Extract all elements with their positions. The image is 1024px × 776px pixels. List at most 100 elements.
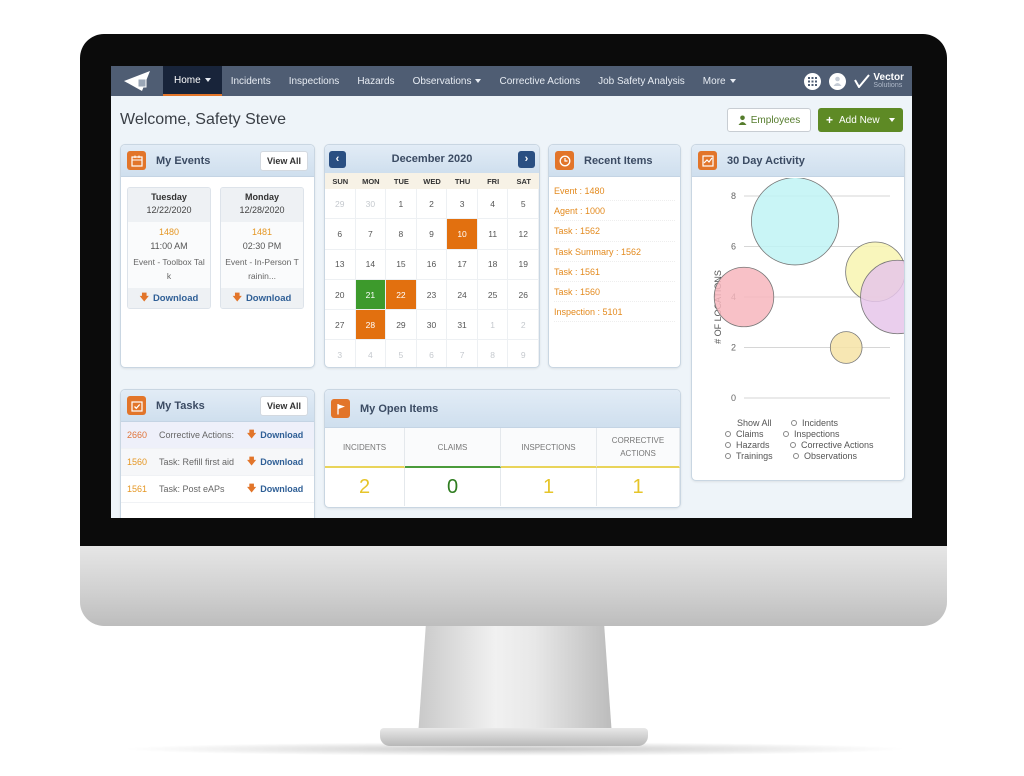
tasks-view-all-button[interactable]: View All (259, 395, 308, 416)
calendar-day[interactable]: 9 (508, 340, 539, 367)
open-items-count[interactable]: 2 (325, 468, 405, 506)
open-items-column-header[interactable]: INCIDENTS (325, 428, 405, 468)
calendar-day[interactable]: 7 (355, 219, 387, 250)
activity-bubble[interactable] (829, 331, 863, 364)
calendar-next-button[interactable]: › (517, 150, 535, 168)
recent-item-link[interactable]: Task : 1562 (554, 221, 675, 242)
calendar-day-event[interactable]: 10 (447, 219, 478, 250)
calendar-day[interactable]: 14 (355, 249, 387, 280)
open-items-count[interactable]: 0 (405, 468, 501, 506)
chevron-down-icon[interactable] (889, 118, 895, 122)
calendar-day[interactable]: 17 (447, 249, 478, 280)
open-items-column-header[interactable]: INSPECTIONS (501, 428, 597, 468)
activity-bubble[interactable] (713, 266, 775, 328)
employees-button[interactable]: Employees (727, 108, 811, 132)
calendar-day[interactable]: 24 (447, 279, 478, 311)
legend-item-trainings[interactable]: Trainings (725, 451, 793, 461)
app-logo-icon[interactable] (111, 66, 163, 96)
open-items-count[interactable]: 1 (501, 468, 597, 506)
recent-item-link[interactable]: Task : 1561 (554, 262, 675, 282)
calendar-day-event[interactable]: 21 (355, 279, 387, 311)
nav-item-hazards[interactable]: Hazards (348, 66, 403, 96)
calendar-day[interactable]: 5 (508, 189, 539, 220)
calendar-day[interactable]: 12 (508, 219, 539, 250)
calendar-day[interactable]: 4 (356, 340, 387, 367)
legend-item-incidents[interactable]: Incidents (791, 418, 838, 428)
apps-grid-icon[interactable] (804, 72, 822, 90)
task-row[interactable]: 1560 Task: Refill first aid 🡇 Download (121, 449, 314, 476)
calendar-prev-button[interactable]: ‹ (329, 150, 346, 168)
events-view-all-button[interactable]: View All (259, 150, 308, 171)
calendar-day[interactable]: 1 (477, 310, 509, 341)
calendar-day[interactable]: 7 (447, 340, 478, 367)
event-download-button[interactable]: 🡇 Download (221, 288, 303, 308)
recent-item-link[interactable]: Event : 1480 (554, 181, 675, 202)
calendar-day[interactable]: 29 (325, 189, 356, 220)
activity-bubble[interactable] (751, 178, 840, 266)
calendar-day[interactable]: 30 (416, 310, 448, 341)
open-items-count[interactable]: 1 (597, 468, 680, 506)
open-items-column-header[interactable]: CLAIMS (405, 428, 501, 468)
nav-item-corrective-actions[interactable]: Corrective Actions (490, 66, 589, 96)
calendar-day[interactable]: 6 (325, 219, 356, 250)
event-card[interactable]: Tuesday 12/22/2020 1480 11:00 AM Event - Too… (127, 187, 211, 309)
calendar-day[interactable]: 5 (386, 340, 417, 367)
calendar-day[interactable]: 13 (325, 249, 356, 280)
task-row[interactable]: 2660 Corrective Actions: 🡇 Download (121, 422, 314, 449)
user-avatar-icon[interactable] (829, 72, 847, 90)
calendar-day[interactable]: 16 (416, 249, 448, 280)
event-card[interactable]: Monday 12/28/2020 1481 02:30 PM Event - In-P… (220, 187, 304, 309)
recent-item-link[interactable]: Agent : 1000 (554, 201, 675, 222)
legend-item-hazards[interactable]: Hazards (725, 440, 790, 450)
task-download-button[interactable]: 🡇 Download (247, 481, 303, 497)
calendar-day[interactable]: 19 (508, 249, 539, 280)
event-download-button[interactable]: 🡇 Download (128, 288, 210, 308)
nav-item-home[interactable]: Home (163, 66, 222, 96)
legend-item-inspections[interactable]: Inspections (783, 429, 840, 439)
calendar-day[interactable]: 3 (447, 189, 478, 220)
task-id[interactable]: 1560 (127, 457, 159, 467)
task-download-button[interactable]: 🡇 Download (247, 427, 303, 443)
open-items-column-header[interactable]: CORRECTIVE ACTIONS (597, 428, 680, 468)
nav-item-incidents[interactable]: Incidents (222, 66, 280, 96)
calendar-day-event[interactable]: 28 (355, 310, 387, 341)
calendar-day[interactable]: 2 (508, 310, 539, 341)
task-id[interactable]: 1561 (127, 484, 159, 494)
nav-item-more[interactable]: More (694, 66, 745, 96)
legend-item-claims[interactable]: Claims (725, 429, 783, 439)
calendar-day[interactable]: 6 (417, 340, 448, 367)
calendar-day[interactable]: 1 (386, 189, 417, 220)
nav-item-inspections[interactable]: Inspections (280, 66, 349, 96)
nav-item-job-safety-analysis[interactable]: Job Safety Analysis (589, 66, 694, 96)
legend-show-all[interactable]: Show All (737, 418, 791, 428)
calendar-day[interactable]: 23 (416, 279, 448, 311)
nav-item-observations[interactable]: Observations (404, 66, 491, 96)
calendar-day[interactable]: 3 (325, 340, 356, 367)
calendar-day[interactable]: 9 (416, 219, 448, 250)
calendar-day[interactable]: 8 (478, 340, 509, 367)
add-new-button[interactable]: + Add New (818, 108, 903, 132)
recent-item-link[interactable]: Task Summary : 1562 (554, 242, 675, 262)
calendar-day[interactable]: 30 (355, 189, 387, 220)
calendar-day[interactable]: 27 (325, 310, 356, 341)
calendar-day[interactable]: 26 (508, 279, 539, 311)
calendar-day[interactable]: 20 (325, 279, 356, 311)
recent-item-link[interactable]: Inspection : 5101 (554, 302, 675, 323)
task-id[interactable]: 2660 (127, 430, 159, 440)
calendar-day[interactable]: 15 (386, 249, 417, 280)
calendar-day[interactable]: 31 (447, 310, 478, 341)
calendar-day[interactable]: 8 (386, 219, 417, 250)
calendar-day[interactable]: 11 (477, 219, 509, 250)
legend-item-corrective-actions[interactable]: Corrective Actions (790, 440, 874, 450)
calendar-day[interactable]: 2 (416, 189, 448, 220)
calendar-day[interactable]: 18 (477, 249, 509, 280)
recent-item-link[interactable]: Task : 1560 (554, 282, 675, 303)
calendar-day[interactable]: 29 (386, 310, 417, 341)
task-row[interactable]: 1561 Task: Post eAPs 🡇 Download (121, 476, 314, 503)
calendar-day[interactable]: 4 (477, 189, 509, 220)
page-title: Welcome, Safety Steve (120, 111, 286, 128)
legend-item-observations[interactable]: Observations (793, 451, 857, 461)
task-download-button[interactable]: 🡇 Download (247, 454, 303, 470)
calendar-day-event[interactable]: 22 (386, 279, 417, 311)
calendar-day[interactable]: 25 (477, 279, 509, 311)
